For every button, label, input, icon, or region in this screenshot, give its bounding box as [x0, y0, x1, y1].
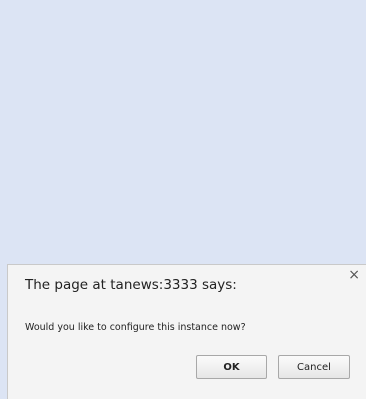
cancel-button[interactable]: Cancel [278, 355, 350, 379]
close-icon[interactable]: × [348, 268, 360, 282]
alert-dialog: The page at tanews:3333 says: × Would yo… [7, 264, 366, 399]
dialog-title: The page at tanews:3333 says: [25, 277, 237, 293]
browser-page: The page at tanews:3333 says: × Would yo… [0, 0, 366, 399]
ok-button[interactable]: OK [196, 355, 267, 379]
dialog-message: Would you like to configure this instanc… [25, 322, 246, 333]
